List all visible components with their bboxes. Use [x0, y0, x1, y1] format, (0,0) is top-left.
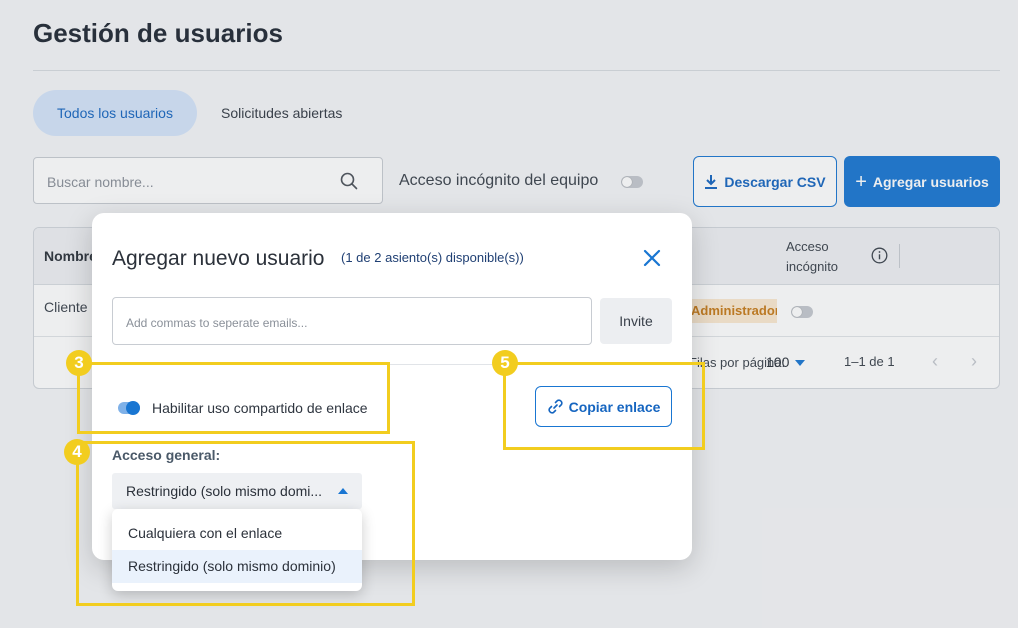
seats-available: (1 de 2 asiento(s) disponible(s)): [341, 250, 524, 265]
callout-badge-3: 3: [66, 350, 92, 376]
email-field[interactable]: Add commas to seperate emails...: [112, 297, 592, 345]
invite-button[interactable]: Invite: [600, 298, 672, 344]
email-placeholder: Add commas to seperate emails...: [126, 316, 308, 330]
callout-badge-5: 5: [492, 350, 518, 376]
callout-box-4: [76, 441, 415, 606]
dialog-title: Agregar nuevo usuario: [112, 247, 325, 270]
close-icon[interactable]: [643, 249, 661, 267]
callout-badge-4: 4: [64, 439, 90, 465]
callout-box-3: [77, 362, 390, 434]
callout-box-5: [503, 362, 705, 450]
